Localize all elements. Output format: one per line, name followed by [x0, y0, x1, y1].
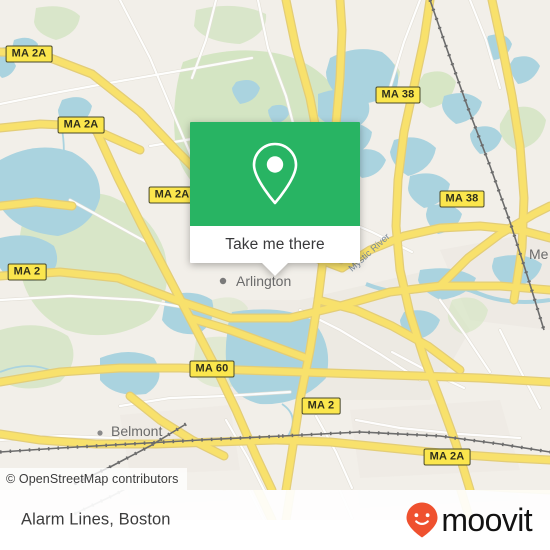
highway-shield-label: MA 60 [195, 362, 229, 375]
city-dot-belmont [97, 430, 103, 436]
highway-shield: MA 38 [439, 190, 485, 208]
city-label-belmont: Belmont [111, 423, 162, 439]
highway-shield: MA 2A [57, 116, 105, 134]
place-title: Alarm Lines, Boston [21, 510, 171, 529]
highway-shield: MA 38 [375, 86, 421, 104]
destination-popup[interactable]: Take me there [190, 122, 360, 276]
highway-shield: MA 2A [423, 448, 471, 466]
highway-shield-label: MA 2A [429, 450, 465, 463]
highway-shield-label: MA 2A [11, 47, 47, 60]
highway-shield-label: MA 2A [154, 188, 190, 201]
highway-shield-label: MA 38 [381, 88, 415, 101]
highway-shield: MA 2A [5, 45, 53, 63]
highway-shield-label: MA 38 [445, 192, 479, 205]
city-label-medford: Me [529, 246, 549, 262]
highway-shield: MA 2A [148, 186, 196, 204]
osm-attribution[interactable]: © OpenStreetMap contributors [0, 468, 187, 490]
map-pin-icon [252, 142, 298, 205]
highway-shield: MA 60 [189, 360, 235, 378]
moovit-map-page: .rd { fill:none; stroke:#f8e16c; stroke-… [0, 0, 550, 550]
highway-shield-label: MA 2 [307, 399, 335, 412]
highway-shield-label: MA 2A [63, 118, 99, 131]
popup-image-area [190, 122, 360, 226]
bottom-info-bar: .rd { fill:none; stroke:#f8e16c; stroke-… [0, 490, 550, 550]
highway-shield: MA 2 [301, 397, 341, 415]
city-dot-arlington [219, 277, 227, 285]
popup-pointer-tail [262, 263, 288, 276]
moovit-logo[interactable]: moovit [405, 501, 533, 539]
moovit-wordmark: moovit [441, 502, 532, 538]
take-me-there-label: Take me there [225, 235, 325, 253]
highway-shield: MA 2 [7, 263, 47, 281]
moovit-pin-face-icon [406, 502, 438, 538]
popup-action-area[interactable]: Take me there [190, 226, 360, 263]
highway-shield-label: MA 2 [13, 265, 41, 278]
